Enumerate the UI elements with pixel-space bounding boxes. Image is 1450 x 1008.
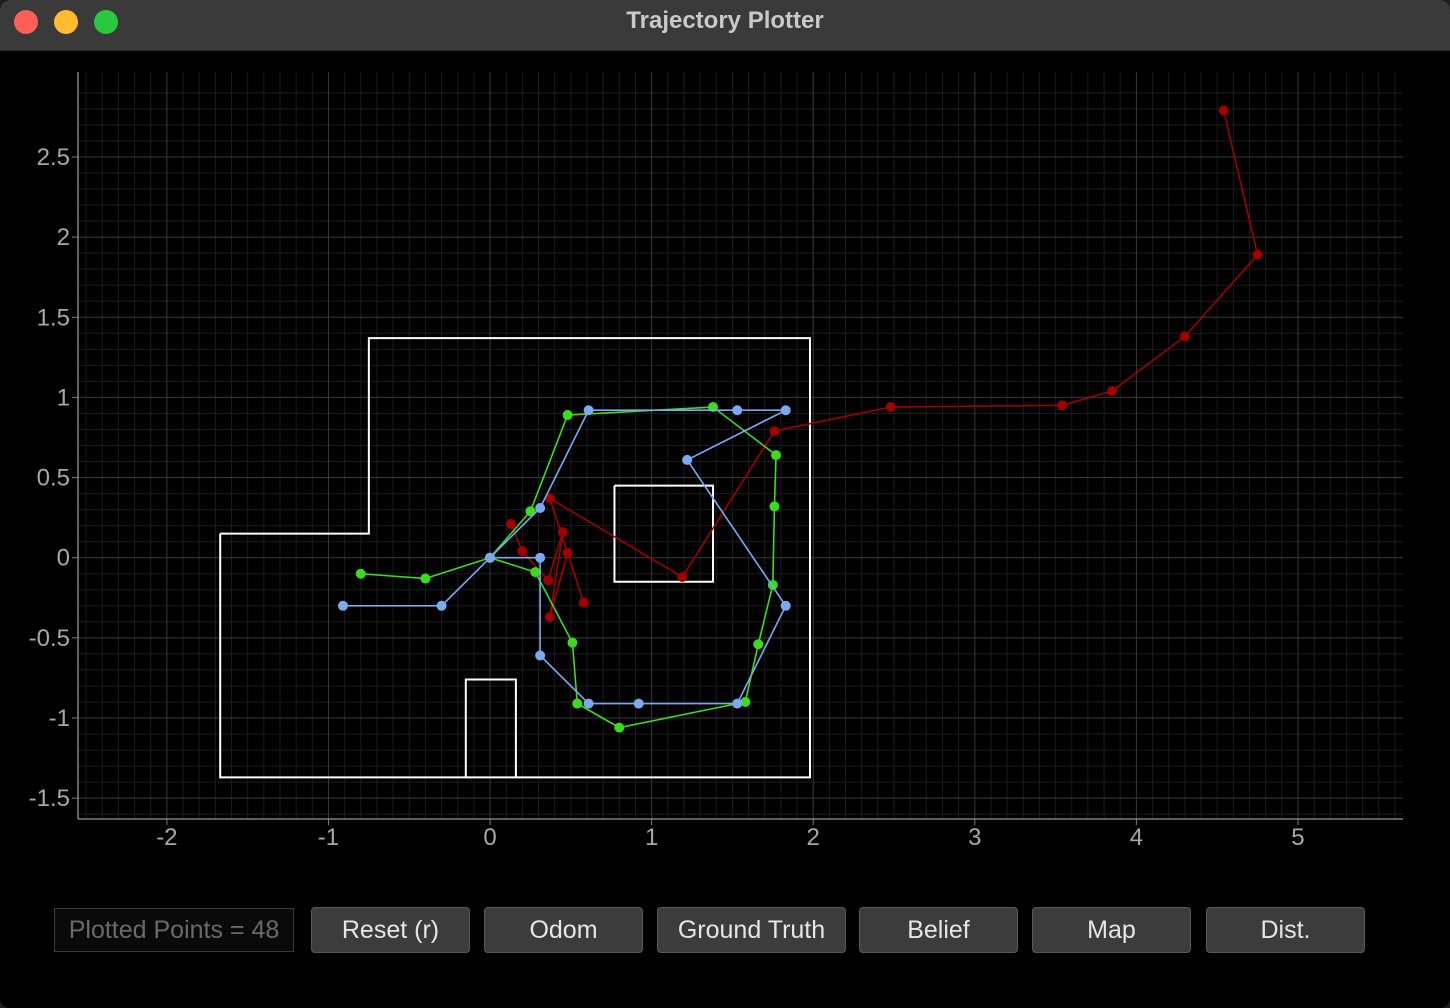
- ground-truth-point: [572, 698, 583, 709]
- ground-truth-point: [530, 567, 541, 578]
- belief-point: [583, 698, 594, 709]
- belief-point: [583, 405, 594, 416]
- ground-truth-point: [355, 568, 366, 579]
- y-tick-label: 1.5: [37, 304, 70, 331]
- window-title: Trajectory Plotter: [626, 7, 824, 34]
- belief-point: [485, 552, 496, 563]
- odom-point: [506, 519, 517, 530]
- y-tick-label: 2.5: [37, 144, 70, 171]
- trajectory-plot[interactable]: -2 -1 0 1 2 3 4 5 -1.5 -1 -0.5 0 0.5 1 1.5 2 2.5: [0, 50, 1450, 890]
- odom-point: [544, 612, 555, 623]
- y-tick-label: 0: [57, 545, 70, 572]
- belief-point: [682, 454, 693, 465]
- belief-point: [732, 698, 743, 709]
- odom-point: [578, 597, 589, 608]
- belief-button[interactable]: Belief: [859, 907, 1018, 953]
- x-tick-label: -2: [156, 824, 177, 851]
- x-tick-label: 5: [1291, 824, 1304, 851]
- odom-point: [1218, 105, 1229, 116]
- x-tick-label: 2: [807, 824, 820, 851]
- odom-point: [1107, 385, 1118, 396]
- control-bar: Plotted Points = 48 Reset (r) Odom Groun…: [0, 890, 1450, 1008]
- odom-point: [562, 547, 573, 558]
- odom-point: [1179, 331, 1190, 342]
- belief-point: [535, 503, 546, 514]
- belief-point: [535, 650, 546, 661]
- belief-point: [535, 552, 546, 563]
- y-tick-label: 2: [57, 224, 70, 251]
- odom-point: [557, 527, 568, 538]
- odom-point: [1252, 249, 1263, 260]
- ground-truth-point: [771, 450, 782, 461]
- reset-button[interactable]: Reset (r): [311, 907, 470, 953]
- dist-button[interactable]: Dist.: [1206, 907, 1365, 953]
- app-window: Trajectory Plotter -2 -1 0 1 2 3 4 5 -1.5 -1 -0.5 0…: [0, 0, 1450, 1008]
- odom-point: [677, 571, 688, 582]
- x-tick-label: 0: [483, 824, 496, 851]
- odom-point: [1057, 400, 1068, 411]
- y-tick-label: 0.5: [37, 465, 70, 492]
- belief-point: [633, 698, 644, 709]
- belief-point: [780, 405, 791, 416]
- odom-point: [885, 402, 896, 413]
- odom-button[interactable]: Odom: [484, 907, 643, 953]
- ground-truth-button[interactable]: Ground Truth: [657, 907, 846, 953]
- plotted-points-counter: Plotted Points = 48: [54, 908, 294, 952]
- ground-truth-point: [567, 637, 578, 648]
- ground-truth-point: [420, 573, 431, 584]
- odom-point: [769, 426, 780, 437]
- title-bar[interactable]: Trajectory Plotter: [0, 0, 1450, 51]
- x-tick-label: -1: [318, 824, 339, 851]
- y-tick-label: -0.5: [29, 625, 70, 652]
- odom-point: [517, 546, 528, 557]
- belief-point: [436, 600, 447, 611]
- x-tick-label: 3: [968, 824, 981, 851]
- belief-point: [338, 600, 348, 611]
- y-tick-label: 1: [57, 384, 70, 411]
- ground-truth-point: [614, 722, 625, 733]
- ground-truth-point: [753, 639, 764, 650]
- belief-point: [732, 405, 743, 416]
- map-button[interactable]: Map: [1032, 907, 1191, 953]
- ground-truth-point: [562, 410, 573, 421]
- belief-point: [780, 600, 791, 611]
- ground-truth-point: [769, 501, 780, 512]
- odom-point: [543, 575, 554, 586]
- y-tick-label: -1.5: [29, 785, 70, 812]
- x-tick-label: 1: [645, 824, 658, 851]
- y-tick-label: -1: [49, 705, 70, 732]
- x-tick-label: 4: [1130, 824, 1143, 851]
